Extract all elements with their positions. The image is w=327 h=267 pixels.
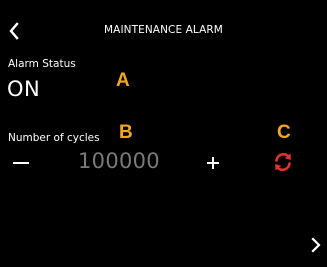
callout-b: B <box>119 122 133 143</box>
maintenance-alarm-screen: MAINTENANCE ALARM Alarm Status ON A Numb… <box>0 0 327 267</box>
cycles-value[interactable]: 100000 <box>78 149 160 173</box>
callout-a: A <box>116 70 130 91</box>
chevron-right-icon <box>311 237 321 253</box>
reset-icon <box>275 152 291 172</box>
next-button[interactable] <box>309 236 323 254</box>
callout-c: C <box>277 122 291 143</box>
page-title: MAINTENANCE ALARM <box>104 24 223 36</box>
minus-icon <box>13 162 29 164</box>
alarm-status-value[interactable]: ON <box>7 77 40 101</box>
cycles-label: Number of cycles <box>8 132 100 144</box>
increment-button[interactable] <box>205 154 223 172</box>
decrement-button[interactable] <box>11 151 37 175</box>
reset-button[interactable] <box>272 151 294 173</box>
alarm-status-label: Alarm Status <box>8 58 76 70</box>
